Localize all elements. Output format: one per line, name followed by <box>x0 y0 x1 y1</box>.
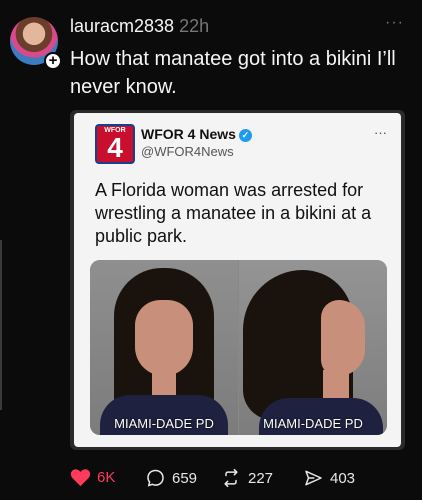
post-header: lauracm2838 22h <box>70 16 209 37</box>
like-count: 6K <box>97 469 116 486</box>
reply-button[interactable]: 659 <box>145 468 197 488</box>
photo-caption: MIAMI-DADE PD <box>114 416 214 431</box>
username[interactable]: lauracm2838 <box>70 16 174 36</box>
tweet-more-icon: ··· <box>374 125 387 140</box>
repost-button[interactable]: 227 <box>220 468 273 488</box>
reply-icon <box>147 469 164 487</box>
logo-number: 4 <box>107 132 123 163</box>
reply-count: 659 <box>172 469 198 487</box>
share-count: 403 <box>330 469 356 487</box>
photo-caption: MIAMI-DADE PD <box>263 416 363 431</box>
mugshot-photos: MIAMI-DADE PD MIAMI-DADE PD <box>90 260 387 435</box>
verified-badge-icon: ✓ <box>238 129 252 142</box>
mugshot-front: MIAMI-DADE PD <box>90 260 238 435</box>
like-button[interactable]: 6K <box>70 468 115 487</box>
more-options-icon[interactable]: ··· <box>385 14 404 32</box>
share-button[interactable]: 403 <box>303 468 355 488</box>
repost-count: 227 <box>248 469 274 487</box>
send-icon <box>305 470 322 486</box>
heart-icon <box>70 469 91 487</box>
repost-icon <box>224 468 238 488</box>
action-bar: 6K 659 227 403 <box>70 468 410 490</box>
embedded-image[interactable]: WFOR 4 WFOR 4 News ✓ @WFOR4News ··· A Flo… <box>70 110 405 450</box>
mugshot-profile: MIAMI-DADE PD <box>239 260 387 435</box>
scroll-indicator <box>0 240 2 410</box>
wfor-logo: WFOR 4 <box>95 124 135 164</box>
embedded-tweet: WFOR 4 WFOR 4 News ✓ @WFOR4News ··· A Flo… <box>74 113 401 447</box>
tweet-account-label: WFOR 4 News <box>141 126 236 142</box>
tweet-account-name: WFOR 4 News ✓ <box>141 126 252 142</box>
post-time: 22h <box>179 16 210 36</box>
tweet-text: A Florida woman was arrested for wrestli… <box>95 180 372 246</box>
tweet-handle: @WFOR4News <box>141 144 234 159</box>
post-text: How that manatee got into a bikini I’ll … <box>70 48 396 98</box>
follow-plus-icon[interactable]: + <box>44 52 62 70</box>
